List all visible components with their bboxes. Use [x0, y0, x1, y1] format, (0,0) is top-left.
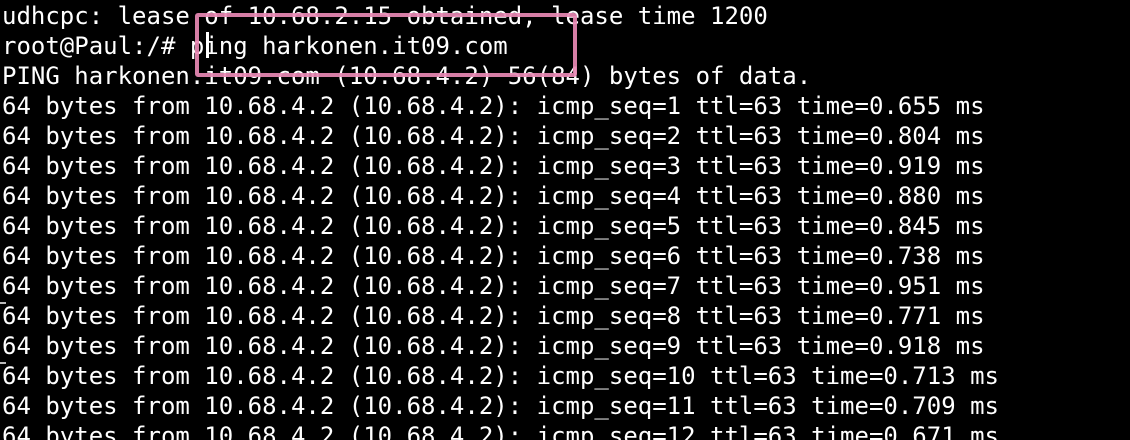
terminal-line-prompt-command: root@Paul:/# ping harkonen.it09.com [2, 32, 508, 60]
terminal-line-ping-header: PING harkonen.it09.com (10.68.4.2) 56(84… [2, 62, 812, 90]
terminal-line-ping-reply: 64 bytes from 10.68.4.2 (10.68.4.2): icm… [2, 182, 985, 210]
margin-marker [0, 302, 6, 304]
terminal-line-ping-reply: 64 bytes from 10.68.4.2 (10.68.4.2): icm… [2, 362, 999, 390]
text-cursor [206, 32, 209, 58]
terminal-line-ping-reply: 64 bytes from 10.68.4.2 (10.68.4.2): icm… [2, 392, 999, 420]
terminal-window[interactable]: udhcpc: lease of 10.68.2.15 obtained, le… [0, 0, 1130, 440]
terminal-line-ping-reply: 64 bytes from 10.68.4.2 (10.68.4.2): icm… [2, 122, 985, 150]
terminal-line-ping-reply: 64 bytes from 10.68.4.2 (10.68.4.2): icm… [2, 242, 985, 270]
terminal-line-ping-reply: 64 bytes from 10.68.4.2 (10.68.4.2): icm… [2, 422, 999, 440]
margin-marker [0, 362, 6, 364]
terminal-line-ping-reply: 64 bytes from 10.68.4.2 (10.68.4.2): icm… [2, 332, 985, 360]
terminal-line-dhcp-lease: udhcpc: lease of 10.68.2.15 obtained, le… [2, 2, 768, 30]
terminal-line-ping-reply: 64 bytes from 10.68.4.2 (10.68.4.2): icm… [2, 302, 985, 330]
terminal-line-ping-reply: 64 bytes from 10.68.4.2 (10.68.4.2): icm… [2, 272, 985, 300]
terminal-line-ping-reply: 64 bytes from 10.68.4.2 (10.68.4.2): icm… [2, 152, 985, 180]
terminal-line-ping-reply: 64 bytes from 10.68.4.2 (10.68.4.2): icm… [2, 212, 985, 240]
terminal-line-ping-reply: 64 bytes from 10.68.4.2 (10.68.4.2): icm… [2, 92, 985, 120]
